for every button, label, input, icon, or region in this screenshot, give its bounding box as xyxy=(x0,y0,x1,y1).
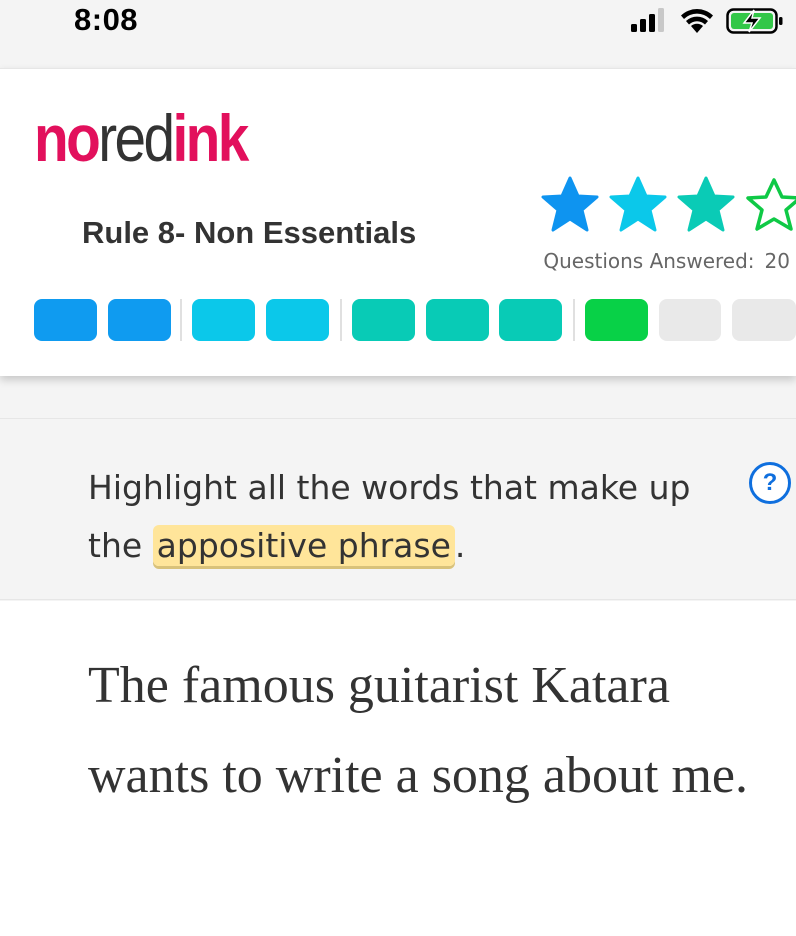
prompt-highlight: appositive phrase xyxy=(152,525,455,566)
logo-part-red: red xyxy=(98,101,175,175)
header-card: noredink Rule 8- Non Essentials Question… xyxy=(0,68,796,376)
battery-charging-icon xyxy=(726,8,783,34)
sentence-text[interactable]: The famous guitarist Katara wants to wri… xyxy=(88,641,768,821)
sentence-area: The famous guitarist Katara wants to wri… xyxy=(0,601,796,936)
prompt-area: Highlight all the words that make up the… xyxy=(0,418,796,600)
rule-title: Rule 8- Non Essentials xyxy=(82,215,417,250)
progress-divider xyxy=(340,299,342,341)
status-time: 8:08 xyxy=(74,2,139,37)
questions-answered: Questions Answered: 20 xyxy=(543,249,790,273)
progress-segment xyxy=(499,299,562,341)
progress-segment xyxy=(352,299,415,341)
logo-part-ink: ink xyxy=(172,101,249,175)
progress-segment xyxy=(659,299,721,341)
questions-answered-label: Questions Answered: xyxy=(543,249,755,273)
progress-divider xyxy=(180,299,182,341)
status-bar: 8:08 xyxy=(0,0,796,44)
progress-segment xyxy=(108,299,171,341)
progress-segment xyxy=(732,299,796,341)
progress-segment xyxy=(192,299,255,341)
prompt-text: Highlight all the words that make up the… xyxy=(88,459,748,575)
logo-part-no: no xyxy=(34,101,101,175)
help-icon[interactable]: ? xyxy=(749,462,791,504)
questions-answered-count: 20 xyxy=(764,249,790,273)
progress-segment xyxy=(266,299,329,341)
progress-segment xyxy=(585,299,648,341)
star-icon xyxy=(609,176,667,232)
star-icon xyxy=(677,176,735,232)
star-icon xyxy=(541,176,599,232)
progress-divider xyxy=(573,299,575,341)
star-outline-icon xyxy=(746,178,796,231)
progress-segment xyxy=(426,299,489,341)
signal-icon xyxy=(631,8,664,32)
wifi-icon xyxy=(681,9,713,33)
prompt-text-after: . xyxy=(454,526,466,565)
noredink-logo[interactable]: noredink xyxy=(34,105,249,171)
progress-segment xyxy=(34,299,97,341)
